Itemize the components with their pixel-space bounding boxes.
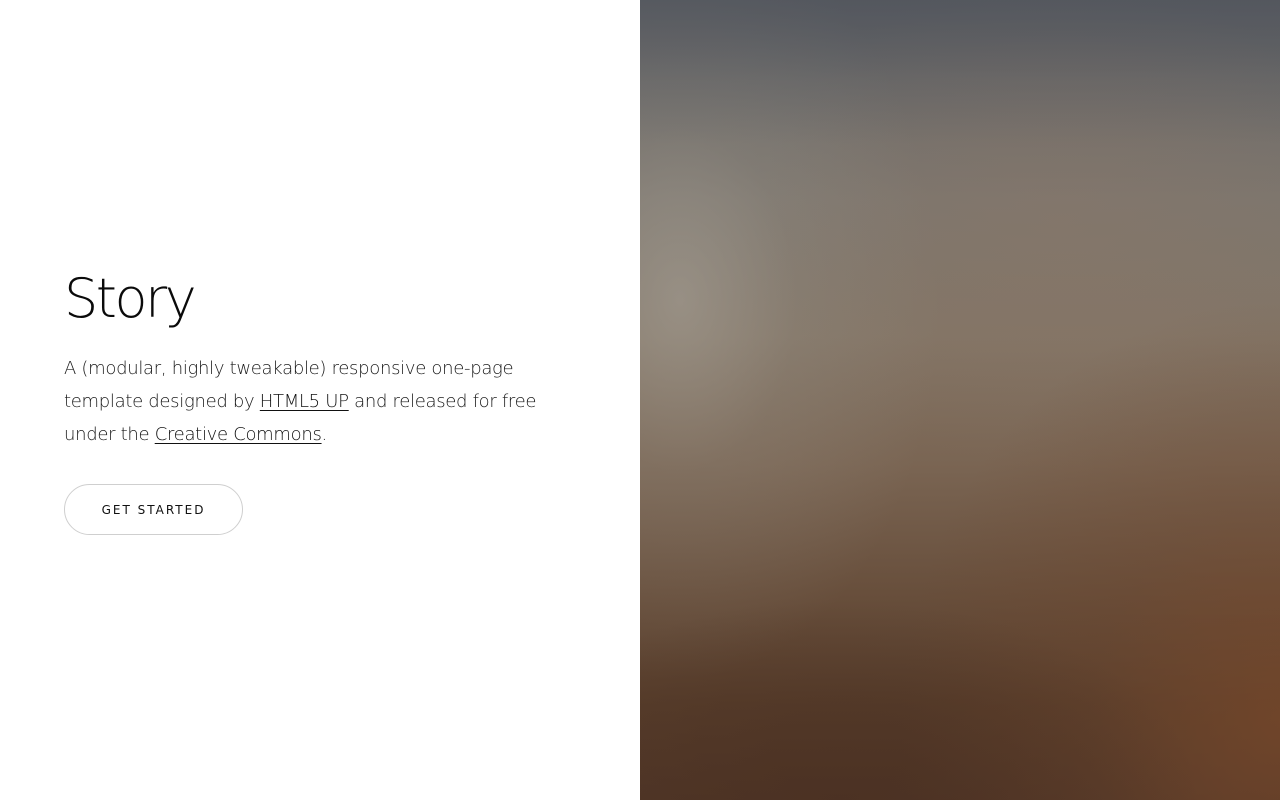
banner-title: Story [64,267,197,330]
banner-description: A (modular, highly tweakable) responsive… [64,352,584,451]
get-started-button[interactable]: Get Started [64,484,243,535]
description-text-end: . [321,424,328,445]
image-top-layer [640,0,1280,800]
banner-image [640,0,1280,800]
banner-section: Story A (modular, highly tweakable) resp… [0,0,1280,800]
banner-content-panel: Story A (modular, highly tweakable) resp… [0,0,640,800]
html5up-link[interactable]: HTML5 UP [260,391,349,412]
banner-content: Story A (modular, highly tweakable) resp… [64,268,584,535]
creative-commons-link[interactable]: Creative Commons [155,424,322,445]
